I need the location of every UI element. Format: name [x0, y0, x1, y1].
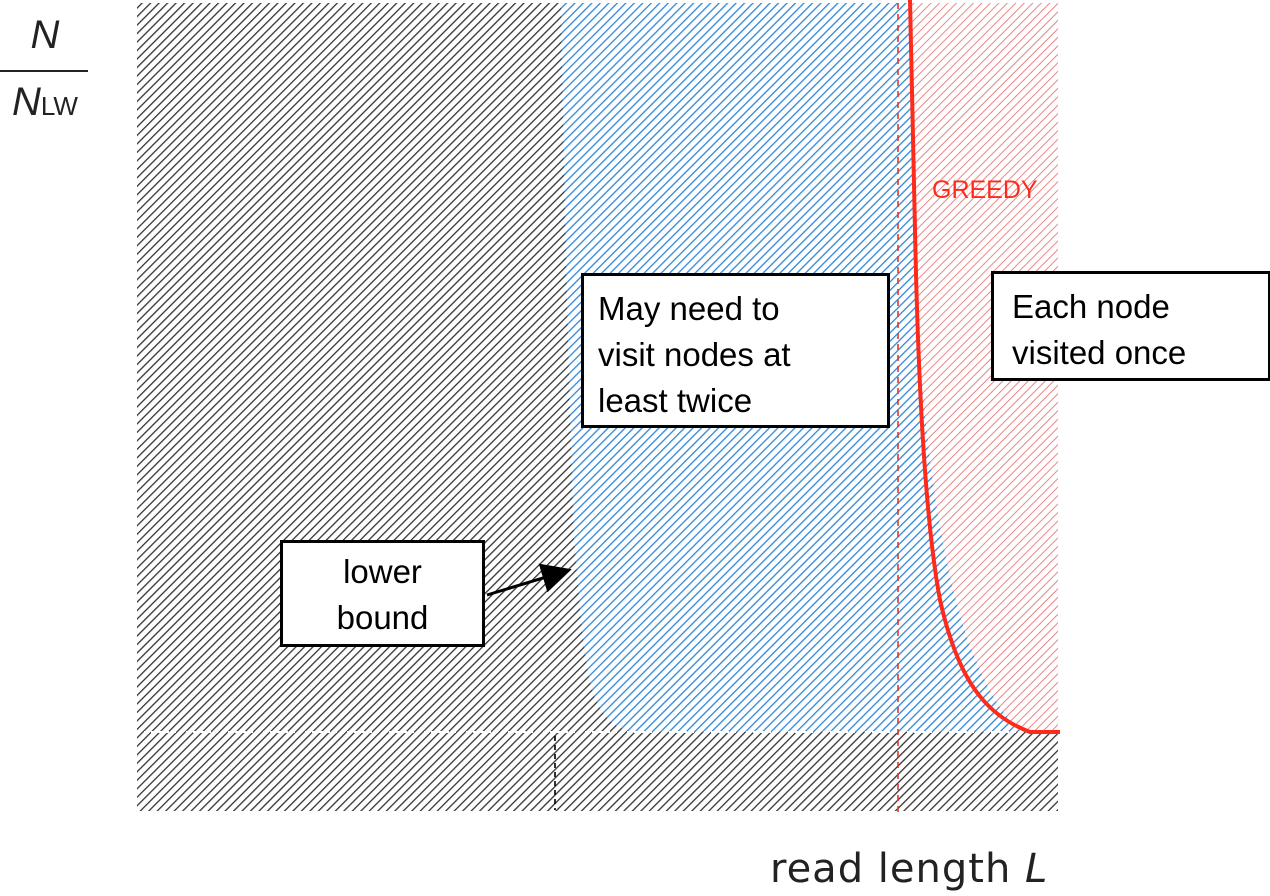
diagram-canvas	[137, 0, 1060, 815]
visit-twice-line-2: visit nodes at	[598, 336, 791, 373]
y-axis-numerator: N	[30, 13, 60, 57]
y-axis-label: N NLW	[0, 10, 90, 130]
visited-once-box: Each node visited once	[991, 271, 1270, 381]
lower-bound-line-2: bound	[336, 599, 429, 636]
visit-twice-line-3: least twice	[598, 382, 753, 419]
visit-twice-box: May need to visit nodes at least twice	[581, 273, 890, 428]
x-axis-label-variable: L	[1025, 846, 1049, 892]
x-axis-label: read length L	[770, 846, 1048, 892]
visit-twice-line-1: May need to	[598, 290, 780, 327]
y-axis-denominator: NLW	[0, 78, 90, 130]
y-axis-denominator-symbol: N	[12, 80, 41, 124]
y-axis-denominator-subscript: LW	[40, 91, 78, 121]
visited-once-line-1: Each node	[1012, 288, 1170, 325]
lower-bound-box: lower bound	[280, 540, 485, 647]
x-axis-label-text: read length	[770, 846, 1012, 892]
greedy-label: GREEDY	[932, 176, 1038, 204]
fraction-bar	[0, 70, 88, 72]
visited-once-line-2: visited once	[1012, 334, 1187, 371]
lower-bound-line-1: lower	[343, 553, 422, 590]
